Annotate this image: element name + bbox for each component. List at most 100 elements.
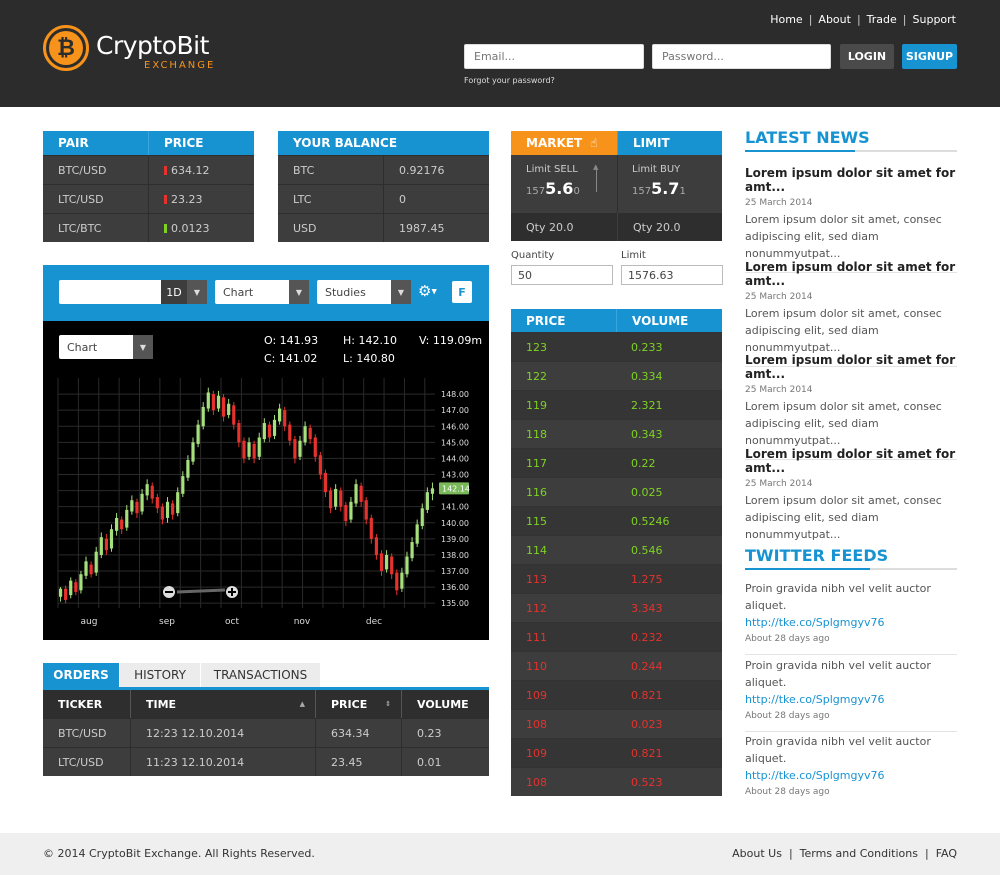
candle-body xyxy=(216,395,221,409)
orderbook-rows: 123 0.233 122 0.334 119 2.321 118 0.343 117 0.22 1… xyxy=(511,332,722,796)
table-row[interactable]: 112 3.343 xyxy=(511,593,722,622)
candle-body xyxy=(130,500,134,512)
table-row[interactable]: BTC/USD 634.12 xyxy=(43,155,254,184)
candle-body xyxy=(400,572,404,589)
tweet-item: Proin gravida nibh vel velit auctor aliq… xyxy=(745,657,957,734)
candle-body xyxy=(109,529,114,549)
nav-home[interactable]: Home xyxy=(770,13,802,26)
sort-asc-icon: ▲ xyxy=(299,700,305,708)
fullscreen-button[interactable]: F xyxy=(452,281,472,303)
symbol-input[interactable]: 1D ▼ xyxy=(59,280,207,304)
table-row[interactable]: LTC/BTC 0.0123 xyxy=(43,213,254,242)
news-item[interactable]: Lorem ipsum dolor sit amet for amt... 25 … xyxy=(745,260,957,367)
table-row[interactable]: 115 0.5246 xyxy=(511,506,722,535)
news-item[interactable]: Lorem ipsum dolor sit amet for amt... 25 … xyxy=(745,447,957,541)
x-tick-label: dec xyxy=(366,617,382,627)
chevron-down-icon[interactable]: ▼ xyxy=(187,280,207,304)
table-row[interactable]: LTC/USD 11:23 12.10.2014 23.45 0.01 xyxy=(43,747,489,776)
table-row[interactable]: 117 0.22 xyxy=(511,448,722,477)
table-row[interactable]: 122 0.334 xyxy=(511,361,722,390)
zoom-out-glyph xyxy=(165,591,173,593)
limit-sell-price[interactable]: 1575.60 xyxy=(526,179,580,198)
candle-body xyxy=(84,561,88,576)
footer-terms-link[interactable]: Terms and Conditions xyxy=(800,847,918,860)
tab-market[interactable]: MARKET ☝ xyxy=(511,131,617,155)
candle-body xyxy=(227,403,231,415)
candle-body xyxy=(283,410,287,427)
price-header[interactable]: PRICE ⇕ xyxy=(315,690,401,718)
table-row[interactable]: BTC/USD 12:23 12.10.2014 634.34 0.23 xyxy=(43,718,489,747)
news-item[interactable]: Lorem ipsum dolor sit amet for amt... 25 … xyxy=(745,166,957,273)
candle-body xyxy=(69,580,73,596)
tab-limit[interactable]: LIMIT xyxy=(617,131,722,155)
table-row[interactable]: 108 0.523 xyxy=(511,767,722,796)
table-row[interactable]: 123 0.233 xyxy=(511,332,722,361)
signup-button[interactable]: SIGNUP xyxy=(902,44,957,69)
volume-header[interactable]: VOLUME xyxy=(401,690,489,718)
interval-select[interactable]: 1D xyxy=(161,280,187,304)
studies-select[interactable]: Studies ▼ xyxy=(317,280,411,304)
table-row[interactable]: 119 2.321 xyxy=(511,390,722,419)
login-button[interactable]: LOGIN xyxy=(840,44,894,69)
chart-mode-select[interactable]: Chart ▼ xyxy=(59,335,153,359)
time-header[interactable]: TIME ▲ xyxy=(130,690,315,718)
tweet-item: Proin gravida nibh vel velit auctor aliq… xyxy=(745,580,957,657)
limit-buy-price[interactable]: 1575.71 xyxy=(632,179,686,198)
candle-body xyxy=(89,564,93,575)
limit-buy-label: Limit BUY xyxy=(632,164,681,175)
table-row: BTC 0.92176 xyxy=(278,155,489,184)
tweet-link[interactable]: http://tke.co/Splgmgyv76 xyxy=(745,691,957,708)
candle-body xyxy=(211,394,215,411)
candle-body xyxy=(267,424,272,438)
table-row[interactable]: 109 0.821 xyxy=(511,680,722,709)
top-nav: Home | About | Trade | Support xyxy=(770,13,956,26)
limit-input[interactable]: 1576.63 xyxy=(621,265,723,285)
candle-body xyxy=(323,472,328,493)
y-tick-label: 144.00 xyxy=(441,454,469,463)
table-row[interactable]: 113 1.275 xyxy=(511,564,722,593)
table-row[interactable]: 116 0.025 xyxy=(511,477,722,506)
candle-body xyxy=(374,537,379,555)
y-tick-label: 141.00 xyxy=(441,503,469,512)
nav-about[interactable]: About xyxy=(818,13,851,26)
table-row[interactable]: 111 0.232 xyxy=(511,622,722,651)
brand-name[interactable]: CryptoBit xyxy=(96,31,209,60)
candle-body xyxy=(425,492,429,510)
nav-support[interactable]: Support xyxy=(913,13,956,26)
table-row[interactable]: 118 0.343 xyxy=(511,419,722,448)
chart-type-select[interactable]: Chart ▼ xyxy=(215,280,309,304)
forgot-password-link[interactable]: Forgot your password? xyxy=(464,76,555,85)
tweet-link[interactable]: http://tke.co/Splgmgyv76 xyxy=(745,614,957,631)
news-item[interactable]: Lorem ipsum dolor sit amet for amt... 25 … xyxy=(745,353,957,460)
candle-body xyxy=(155,497,159,509)
password-input[interactable] xyxy=(652,44,831,69)
price-down-icon xyxy=(164,194,167,204)
footer-about-link[interactable]: About Us xyxy=(732,847,782,860)
tweet-link[interactable]: http://tke.co/Splgmgyv76 xyxy=(745,767,957,784)
table-row[interactable]: LTC/USD 23.23 xyxy=(43,184,254,213)
candle-body xyxy=(308,427,312,440)
tab-orders[interactable]: ORDERS xyxy=(43,663,119,687)
tab-history[interactable]: HISTORY xyxy=(120,663,200,687)
hand-cursor-icon: ☝ xyxy=(590,136,598,150)
chevron-down-icon: ▼ xyxy=(133,335,153,359)
candlestick-chart[interactable]: 148.00 147.00 146.00 145.00 144.00 143.00 141.… xyxy=(43,370,489,640)
nav-trade[interactable]: Trade xyxy=(867,13,897,26)
y-tick-label: 138.00 xyxy=(441,551,469,560)
table-row[interactable]: 108 0.023 xyxy=(511,709,722,738)
copyright: © 2014 CryptoBit Exchange. All Rights Re… xyxy=(43,847,315,860)
table-row[interactable]: 109 0.821 xyxy=(511,738,722,767)
bitcoin-logo-icon[interactable]: ₿ xyxy=(43,25,89,71)
ticker-header[interactable]: TICKER xyxy=(43,698,130,711)
quantity-input[interactable]: 50 xyxy=(511,265,613,285)
tab-transactions[interactable]: TRANSACTIONS xyxy=(201,663,320,687)
table-row: LTC 0 xyxy=(278,184,489,213)
table-row[interactable]: 110 0.244 xyxy=(511,651,722,680)
y-tick-label: 143.00 xyxy=(441,471,469,480)
gear-icon[interactable]: ⚙▼ xyxy=(418,282,437,300)
candle-body xyxy=(395,572,399,591)
table-row[interactable]: 114 0.546 xyxy=(511,535,722,564)
footer-faq-link[interactable]: FAQ xyxy=(936,847,957,860)
candle-body xyxy=(58,588,63,597)
email-input[interactable] xyxy=(464,44,644,69)
